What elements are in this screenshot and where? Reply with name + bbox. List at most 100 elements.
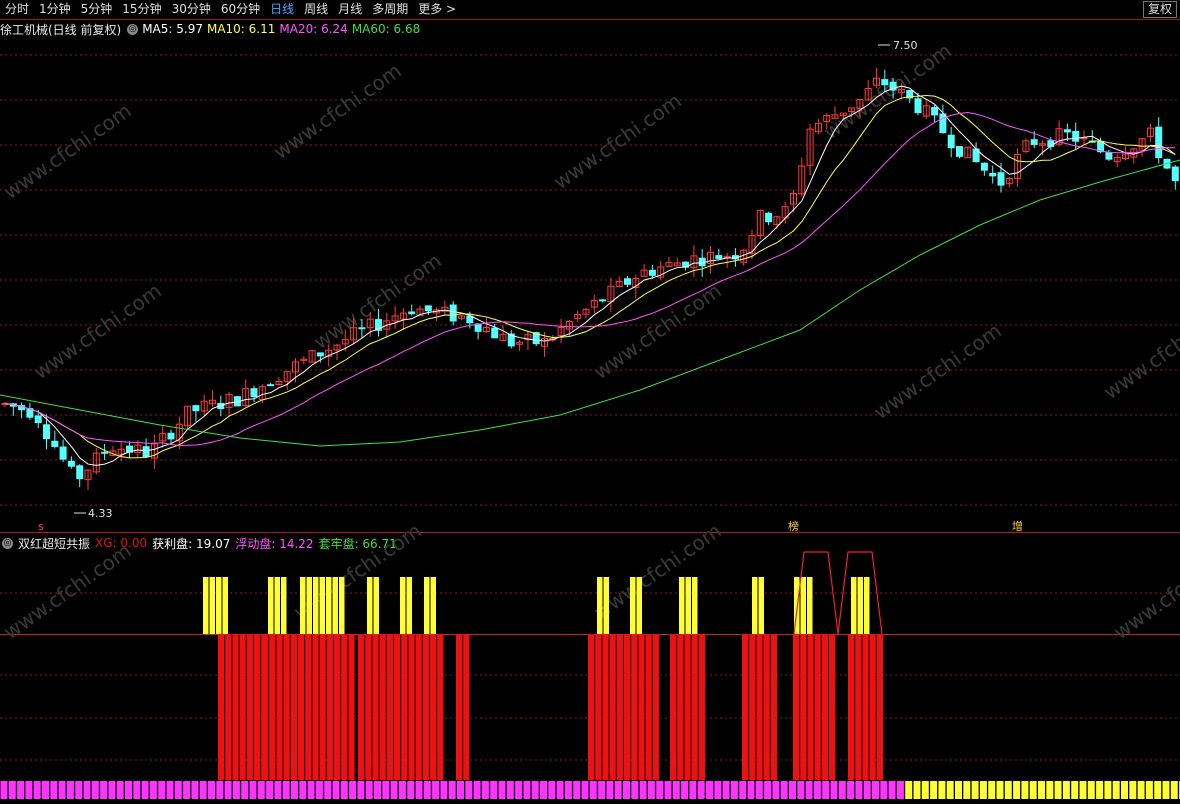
candle-body [51,440,59,447]
yellow-bar [339,577,345,634]
strip-bar [905,781,913,799]
red-bar [652,634,659,780]
watermark-text: www.cfchi.com [0,538,136,644]
high-label: 7.50 [893,39,918,52]
strip-bar [1154,781,1162,799]
red-bar [430,634,437,780]
candle-body [914,98,922,114]
red-bar [276,634,283,780]
candle-body [1072,130,1080,142]
strip-bar [199,781,207,799]
yellow-bar [857,577,863,634]
red-bar [793,634,800,780]
strip-bar [722,781,730,799]
strip-bar [681,781,689,799]
red-bar [254,634,261,780]
strip-bar [75,781,83,799]
strip-bar [216,781,224,799]
candle-body [648,269,656,276]
strip-bar [813,781,821,799]
strip-bar [58,781,66,799]
candle-body [43,424,50,440]
yellow-bar [367,577,373,634]
red-bar [588,634,595,780]
strip-bar [1129,781,1137,799]
strip-bar [307,781,315,799]
yellow-bar [406,577,412,634]
candle-body [250,388,258,398]
red-bar [283,634,290,780]
strip-bar [515,781,523,799]
strip-bar [772,781,780,799]
strip-bar [963,781,971,799]
red-bar [269,634,276,780]
candle-body [101,451,109,454]
strip-bar [1013,781,1021,799]
candle-body [466,315,474,324]
low-label: 4.33 [88,507,113,520]
strip-bar [747,781,755,799]
strip-bar [133,781,141,799]
strip-bar [1145,781,1153,799]
strip-bar [805,781,813,799]
strip-bar [1046,781,1054,799]
strip-bar [531,781,539,799]
ma5-line [4,85,1176,466]
strip-bar [730,781,738,799]
strip-bar [1038,781,1045,799]
red-bar [319,634,326,780]
strip-bar [540,781,547,799]
strip-bar [1087,781,1095,799]
red-bar [624,634,631,780]
strip-bar [398,781,406,799]
strip-bar [606,781,614,799]
strip-bar [382,781,390,799]
yellow-bar [209,577,215,634]
strip-bar [390,781,398,799]
watermark-text: www.cfchi.com [1109,538,1180,644]
strip-bar [739,781,747,799]
strip-bar [0,781,8,799]
watermark-text: www.cfchi.com [309,248,446,354]
strip-bar [614,781,622,799]
red-bar [609,634,616,780]
yellow-bar [281,577,287,634]
strip-bar [1162,781,1170,799]
strip-bar [291,781,298,799]
strip-bar [996,781,1004,799]
yellow-bar [313,577,319,634]
strip-bar [847,781,855,799]
candle-body [449,304,457,322]
strip-bar [249,781,257,799]
red-bar [876,634,883,780]
red-bar [437,634,444,780]
strip-bar [448,781,456,799]
red-bar [749,634,756,780]
red-bar [298,634,305,780]
candle-body [956,146,963,157]
red-bar [305,634,312,780]
strip-bar [423,781,431,799]
strip-bar [166,781,174,799]
watermark-text: www.cfchi.com [549,88,686,194]
strip-bar [921,781,929,799]
strip-bar [1096,781,1104,799]
red-bar [814,634,821,780]
red-bar [365,634,372,780]
strip-bar [714,781,722,799]
yellow-bar [306,577,312,634]
strip-bar [946,781,954,799]
strip-bar [241,781,249,799]
red-bar [408,634,415,780]
strip-bar [979,781,987,799]
candle-body [1155,126,1163,159]
strip-bar [100,781,108,799]
yellow-bar [752,577,758,634]
kline-chart: www.cfchi.com www.cfchi.com www.cfchi.com w… [0,19,1180,799]
candle-body [491,327,499,339]
strip-bar [656,781,664,799]
red-bar [800,634,807,780]
strip-bar [639,781,647,799]
candle-body [316,352,324,357]
strip-bar [855,781,863,799]
